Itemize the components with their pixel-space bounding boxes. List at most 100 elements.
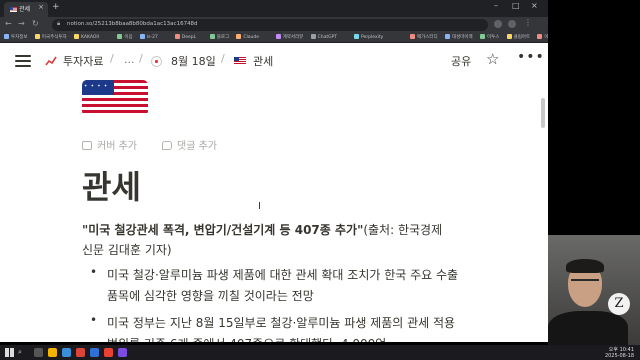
bullet-marker: • [90, 313, 98, 327]
file-explorer-icon[interactable] [48, 348, 57, 357]
chart-trend-icon [45, 56, 57, 66]
quote-paragraph[interactable]: "미국 철강관세 폭격, 변압기/건설기계 등 407종 추가"(출처: 한국경… [82, 220, 452, 260]
breadcrumb-date[interactable]: 8월 18일 [171, 53, 216, 69]
bookmark-label: DeepL [181, 35, 197, 40]
notion-topbar: 투자자료 / ... / 8월 18일 / 관세 공유 ☆ ••• [0, 43, 548, 80]
page-content: 커버 추가 댓글 추가 관세 I "미국 철강관세 폭격, 변압기/건설기계 등… [0, 80, 548, 342]
bookmark-item[interactable]: 계약서리뷰 [275, 34, 303, 40]
bookmark-item[interactable]: ChatGPT [310, 34, 337, 40]
bookmark-label: 클립아트 [513, 35, 531, 40]
close-window-button[interactable]: × [531, 1, 538, 10]
bookmark-favicon-icon [174, 34, 180, 39]
bookmark-item[interactable]: 아도비 [537, 34, 548, 40]
more-options-icon[interactable]: ••• [517, 49, 545, 65]
bookmark-item[interactable]: 블로그 [209, 34, 229, 40]
breadcrumb-ellipsis[interactable]: ... [124, 53, 135, 66]
bookmark-label: Perplexity [361, 35, 384, 40]
bookmark-item[interactable]: 투자정보 [4, 34, 28, 40]
bookmark-item[interactable]: Is-27 [139, 34, 158, 40]
bookmark-label: 메가스터디 [417, 35, 438, 40]
bookmark-favicon-icon [310, 34, 316, 39]
presenter-hair [566, 259, 604, 273]
minimize-button[interactable]: – [494, 1, 498, 10]
bookmark-label: KAKAOII [81, 35, 100, 40]
reload-icon[interactable]: ↻ [32, 19, 39, 28]
breadcrumb-sep: / [110, 52, 114, 65]
bookmark-label: 투자정보 [11, 35, 28, 40]
bookmark-item[interactable]: Perplexity [354, 34, 383, 40]
presenter-body [548, 311, 628, 345]
back-icon[interactable]: ← [5, 19, 12, 28]
korea-flag-icon [151, 56, 162, 67]
new-tab-button[interactable]: + [52, 2, 60, 12]
system-clock[interactable]: 오후 10:41 2025-08-18 [605, 347, 634, 359]
share-button[interactable]: 공유 [451, 53, 471, 69]
favorite-star-icon[interactable]: ☆ [486, 50, 499, 68]
comment-icon [162, 141, 172, 150]
breadcrumb-tariff[interactable]: 관세 [253, 53, 273, 69]
bookmark-favicon-icon [34, 34, 40, 39]
scrollbar[interactable] [541, 98, 545, 128]
bookmark-label: 이음 [124, 35, 133, 40]
browser-menu-icon[interactable]: ⋮ [524, 18, 532, 27]
bookmark-favicon-icon [506, 34, 512, 39]
bullet-item[interactable]: 미국 정부는 지난 8월 15일부로 철강·알루미늄 파생 제품의 관세 적용 … [107, 313, 467, 342]
bookmark-item[interactable]: DeepL [174, 34, 197, 40]
bookmark-favicon-icon [74, 34, 79, 39]
bookmark-favicon-icon [275, 34, 281, 39]
search-icon[interactable]: ⌕ [18, 348, 22, 357]
breadcrumb-investment[interactable]: 투자자료 [63, 53, 103, 69]
bookmark-item[interactable]: KAKAOII [74, 34, 99, 40]
tab-bar: 관세 × + – □ × [0, 0, 548, 17]
profile-icon[interactable] [508, 20, 516, 28]
bookmark-favicon-icon [445, 34, 450, 39]
windows-start-icon[interactable] [5, 348, 14, 357]
bookmark-favicon-icon [236, 34, 242, 39]
tab-active[interactable]: 관세 × [4, 2, 48, 17]
channel-logo: Z [608, 293, 630, 315]
presenter-glasses [571, 279, 599, 285]
bookmark-label: 아도비 [544, 35, 548, 40]
quote-headline: "미국 철강관세 폭격, 변압기/건설기계 등 407종 추가" [82, 223, 364, 237]
extension-icon[interactable] [494, 20, 502, 28]
breadcrumb-sep: / [221, 52, 225, 65]
bookmark-label: 미국주식투자 [41, 35, 67, 40]
maximize-button[interactable]: □ [512, 1, 520, 10]
image-icon [82, 141, 92, 150]
edge-icon[interactable] [62, 348, 71, 357]
bookmark-item[interactable]: 미국주식투자 [34, 34, 67, 40]
menu-icon[interactable] [15, 55, 31, 67]
bookmark-item[interactable]: 이음 [117, 34, 133, 40]
bookmark-favicon-icon [4, 34, 9, 39]
lock-icon: 🔒︎ [57, 20, 61, 27]
bookmark-favicon-icon [410, 34, 415, 39]
browser-toolbar: ← → ↻ 🔒︎ notion.so/25213b8baa8b80bda1ac1… [0, 17, 548, 33]
forward-icon[interactable]: → [18, 19, 25, 28]
address-bar[interactable]: 🔒︎ notion.so/25213b8baa8b80bda1ac13ac167… [52, 19, 488, 31]
task-view-icon[interactable] [34, 348, 43, 357]
app-icon[interactable] [118, 348, 127, 357]
bookmark-item[interactable]: 대성마이맥 [445, 34, 473, 40]
add-cover-button[interactable]: 커버 추가 [82, 137, 137, 152]
browser-window: 관세 × + – □ × ← → ↻ 🔒︎ notion.so/25213b8b… [0, 0, 548, 342]
breadcrumb-sep: / [139, 52, 143, 65]
bookmark-item[interactable]: 메가스터디 [410, 34, 438, 40]
bookmark-item[interactable]: 클립아트 [506, 34, 531, 40]
page-title[interactable]: 관세 [82, 162, 141, 208]
webcam-overlay: Z [548, 235, 640, 345]
tab-close-icon[interactable]: × [38, 3, 44, 11]
bookmark-favicon-icon [209, 34, 215, 39]
bookmark-favicon-icon [480, 34, 485, 39]
tab-title: 관세 [19, 6, 31, 13]
bookmark-item[interactable]: 이투스 [480, 34, 499, 40]
page-icon-us-flag[interactable] [82, 80, 148, 116]
chrome-icon[interactable] [76, 348, 85, 357]
bookmark-favicon-icon [117, 34, 123, 39]
app-icon[interactable] [90, 348, 99, 357]
add-comment-button[interactable]: 댓글 추가 [162, 137, 217, 152]
bullet-marker: • [90, 265, 98, 279]
bullet-item[interactable]: 미국 철강·알루미늄 파생 제품에 대한 관세 확대 조치가 한국 주요 수출 … [107, 265, 467, 307]
bookmark-item[interactable]: Claude [236, 34, 259, 40]
bookmark-favicon-icon [139, 34, 145, 39]
app-icon[interactable] [104, 348, 113, 357]
